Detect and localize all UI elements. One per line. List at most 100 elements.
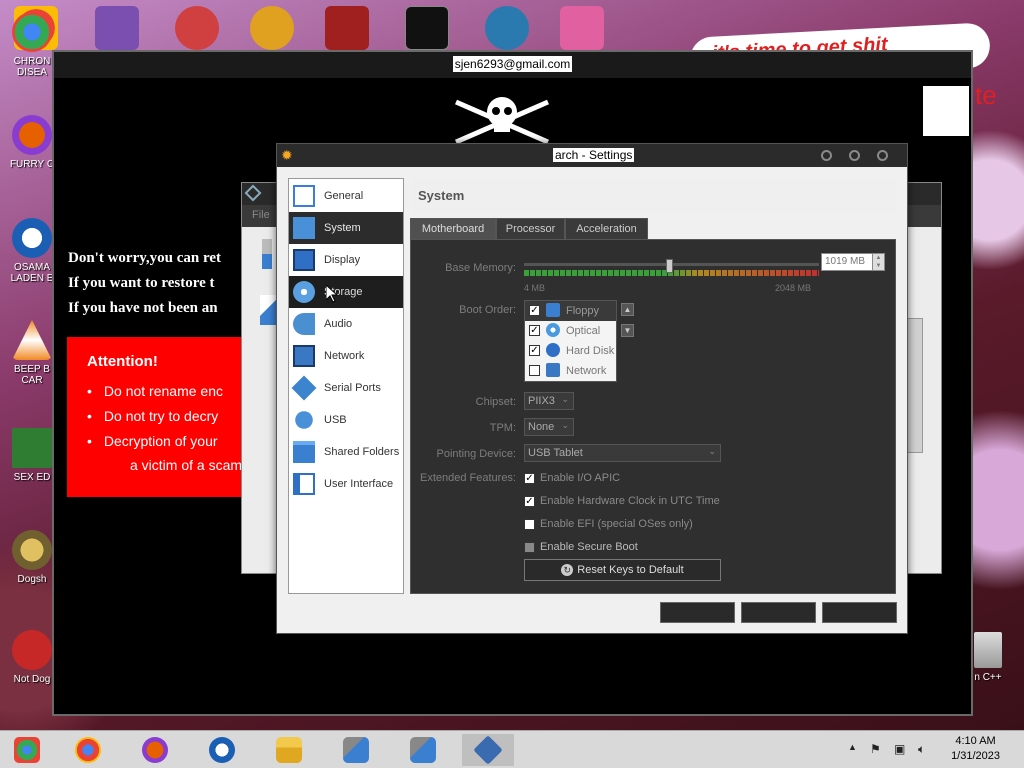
minimize-icon[interactable] [821,150,832,161]
chrome-icon [12,12,52,52]
spin-arrows-icon[interactable]: ▲ ▼ [872,254,884,270]
category-storage[interactable]: Storage [289,276,403,308]
tpm-value: None [528,421,555,433]
side-panel [923,86,969,136]
boot-item-optical[interactable]: ✓ Optical [525,321,616,341]
tpm-label: TPM: [489,422,516,434]
pointing-device-select[interactable]: USB Tablet ⌄ [524,444,721,462]
reset-icon: ↻ [561,564,574,576]
terminal-icon[interactable] [405,6,449,50]
category-network[interactable]: Network [289,340,403,372]
general-icon [293,185,315,207]
base-memory-slider[interactable] [524,259,819,279]
move-up-button[interactable]: ▲ [621,303,634,316]
obama-logo-icon [12,218,52,258]
floppy-icon [546,303,560,317]
boot-item-floppy[interactable]: ✓ Floppy [525,301,616,321]
base-memory-spinbox[interactable]: 1019 MB ▲ ▼ [821,253,885,271]
volume-icon[interactable]: 🔈︎ [918,742,925,757]
chipset-select[interactable]: PIIX3 ⌄ [524,392,574,410]
base-memory-label: Base Memory: [445,262,516,274]
clock-date: 1/31/2023 [951,750,1000,762]
installer-icon [410,737,436,763]
virtualbox-icon [244,184,262,202]
feature-checkbox[interactable] [524,519,535,530]
taskbar-app-installer-1[interactable] [333,734,379,766]
attention-box: Attention! Do not rename enc Do not try … [67,337,257,497]
taskbar-app-chrome-rdp[interactable] [4,734,50,766]
memory-max-label: 2048 MB [775,283,812,293]
category-system[interactable]: System [289,212,403,244]
clock[interactable]: 4:10 AM 1/31/2023 [951,734,1000,764]
app-icon[interactable] [325,6,369,50]
base-memory-value: 1019 MB [825,256,866,267]
ransom-title-bar: sjen6293@gmail.com [54,52,971,78]
santa-icon[interactable] [485,6,529,50]
taskbar-app-virtualbox[interactable] [462,734,514,766]
network-tray-icon[interactable]: ▣ [894,742,905,756]
recycle-bin-icon [974,632,1002,668]
slider-thumb[interactable] [666,259,673,273]
dialog-button-3[interactable] [822,602,897,623]
boot-checkbox[interactable]: ✓ [529,325,540,336]
move-down-button[interactable]: ▼ [621,324,634,337]
category-general[interactable]: General [289,180,403,212]
feature-label: Enable Secure Boot [540,541,638,553]
attention-item: Do not try to decry [87,404,223,429]
category-shared-folders[interactable]: Shared Folders [289,436,403,468]
dialog-button-2[interactable] [741,602,816,623]
boot-label: Optical [566,325,601,337]
dog-icon [12,530,52,570]
boot-checkbox[interactable]: ✓ [529,305,540,316]
feature-checkbox[interactable]: ✓ [524,473,535,484]
game-icon[interactable] [175,6,219,50]
taskbar: ▲ ⚑ ▣ 🔈︎ 4:10 AM 1/31/2023 [0,730,1024,768]
section-title: System [418,188,465,203]
category-label: General [324,190,364,202]
ransom-title: sjen6293@gmail.com [452,56,573,72]
taskbar-app-file-explorer[interactable] [266,734,312,766]
motherboard-panel: Base Memory: 4 MB 2048 MB 1019 MB ▲ ▼ Boo… [410,239,896,594]
category-display[interactable]: Display [289,244,403,276]
tab-acceleration[interactable]: Acceleration [565,218,648,240]
display-icon [293,249,315,271]
taskbar-app-firefox[interactable] [132,734,178,766]
taskbar-app-installer-2[interactable] [400,734,446,766]
storage-icon [293,281,315,303]
tab-motherboard[interactable]: Motherboard [410,218,496,240]
maximize-icon[interactable] [849,150,860,161]
taskbar-app-chrome[interactable] [65,734,111,766]
attention-title: Attention! [87,353,158,370]
installer-icon [343,737,369,763]
p-game-icon[interactable] [250,6,294,50]
boot-item-hard-disk[interactable]: ✓ Hard Disk [525,341,616,361]
settings-dialog: ✹ arch - Settings General System Display… [276,143,908,634]
skull-crossbones-icon [455,97,549,144]
folder-pink-icon[interactable] [560,6,604,50]
category-label: System [324,222,361,234]
menu-file[interactable]: File [252,209,270,221]
category-serial-ports[interactable]: Serial Ports [289,372,403,404]
flag-icon[interactable]: ⚑ [870,742,881,756]
desktop-icon-label: OSAMA LADEN E [10,262,54,284]
dialog-button-1[interactable] [660,602,735,623]
desktop-icon-label: Dogsh [17,574,47,585]
taskbar-app-obama[interactable] [199,734,245,766]
boot-label: Network [566,365,607,377]
desktop-icon-label: Not Dog [13,674,51,685]
tab-processor[interactable]: Processor [496,218,565,240]
ransom-text-line: If you want to restore t [68,275,215,291]
category-audio[interactable]: Audio [289,308,403,340]
boot-checkbox[interactable]: ✓ [529,345,540,356]
boot-item-network[interactable]: Network [525,361,616,381]
reset-keys-button[interactable]: ↻ Reset Keys to Default [524,559,721,581]
show-hidden-icons-icon[interactable]: ▲ [848,742,857,752]
category-usb[interactable]: USB [289,404,403,436]
visual-studio-icon[interactable] [95,6,139,50]
category-user-interface[interactable]: User Interface [289,468,403,500]
boot-checkbox[interactable] [529,365,540,376]
close-icon[interactable] [877,150,888,161]
tpm-select[interactable]: None ⌄ [524,418,574,436]
feature-checkbox[interactable]: ✓ [524,496,535,507]
category-label: Shared Folders [324,446,400,458]
